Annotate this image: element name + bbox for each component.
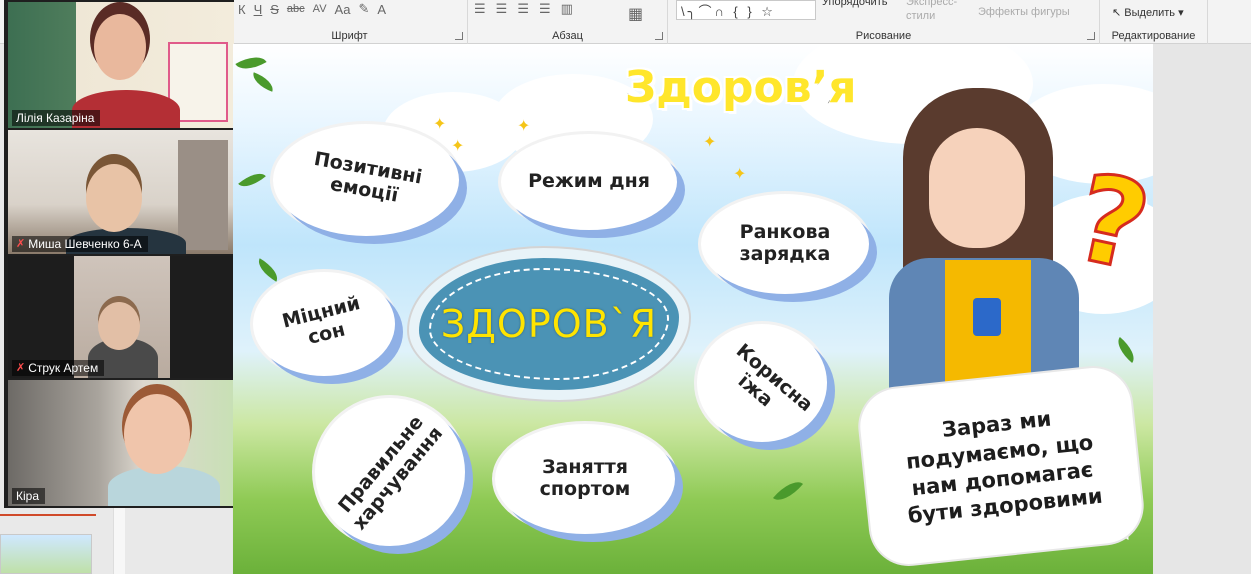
participant-name: Лілія Казаріна — [16, 111, 95, 125]
leaf-decoration — [253, 258, 283, 282]
align-center-icon[interactable]: ☰ — [496, 1, 510, 17]
express-styles-button-line2: стили — [906, 10, 936, 22]
justify-icon[interactable]: ☰ — [539, 1, 553, 17]
video-call-panel: Лілія Казаріна ✗ Миша Шевченко 6-А ✗ Стр… — [4, 0, 234, 508]
participant-name-tag: Кіра — [12, 488, 46, 504]
paragraph-group-caption: Абзац — [552, 30, 583, 42]
leaf-decoration — [235, 49, 267, 77]
leaf-decoration — [1112, 337, 1140, 363]
leaf-decoration — [238, 167, 266, 193]
align-right-icon[interactable]: ☰ — [517, 1, 531, 17]
char-spacing-button[interactable]: AV — [313, 3, 327, 15]
mic-muted-icon: ✗ — [16, 238, 26, 250]
font-dialog-launcher[interactable] — [455, 32, 463, 40]
highlight-icon[interactable]: ✎ — [358, 1, 369, 17]
person-head — [86, 164, 142, 232]
presentation-slide[interactable]: ✦ ✦ ✦ ✦ ✦ Здоров’я ЗДОРОВ`Я Позитивні ем… — [233, 44, 1153, 574]
shape-effects-button[interactable]: Эффекты фигуры — [978, 6, 1070, 18]
drawing-group-caption: Рисование — [855, 30, 912, 42]
video-tile-2[interactable]: ✗ Миша Шевченко 6-А — [8, 130, 234, 254]
star-icon: ✦ — [433, 116, 447, 133]
bubble-nutrition: Правильне харчування — [315, 398, 465, 546]
leaf-decoration — [249, 72, 277, 92]
person-head — [94, 14, 146, 80]
bubble-healthy-food: Корисна їжа — [697, 324, 827, 442]
star-icon: ✦ — [517, 118, 531, 135]
center-label: ЗДОРОВ`Я — [440, 302, 658, 346]
star-icon: ✦ — [733, 166, 747, 183]
change-case-button[interactable]: Aa — [335, 2, 351, 17]
bubble-morning-exercise: Ранкова зарядка — [701, 194, 869, 294]
speech-text: Зараз ми подумаємо, що нам допомагає бут… — [904, 406, 1104, 529]
person-head — [124, 394, 190, 474]
editor-background — [1153, 44, 1251, 574]
thumbnail-selection-indicator — [0, 508, 96, 516]
bubble-label: Позитивні емоції — [312, 148, 424, 207]
participant-name-tag: ✗ Струк Артем — [12, 360, 105, 376]
face-shape — [929, 128, 1025, 248]
ribbon-group-paragraph: ☰ ☰ ☰ ☰ ▥ ▦ Абзац — [468, 0, 668, 44]
smartart-icon[interactable]: ▦ — [628, 4, 643, 24]
bubble-positive-emotions: Позитивні емоції — [273, 124, 459, 236]
strikethrough-button[interactable]: S — [270, 2, 279, 17]
ribbon-group-font: К Ч S abc AV Aa ✎ A Шрифт — [232, 0, 468, 44]
star-icon: ✦ — [451, 138, 465, 155]
participant-name-tag: ✗ Миша Шевченко 6-А — [12, 236, 148, 252]
underline-button[interactable]: Ч — [254, 2, 263, 17]
bubble-sport: Заняття спортом — [495, 424, 675, 534]
font-group-caption: Шрифт — [331, 30, 368, 42]
bubble-label: Режим дня — [528, 170, 650, 193]
font-tools: К Ч S abc AV Aa ✎ A — [238, 0, 386, 18]
participant-name: Кіра — [16, 489, 40, 503]
bubble-sleep: Міцний сон — [253, 272, 395, 376]
slide-thumbnail[interactable] — [0, 534, 92, 574]
girl-illustration — [889, 88, 1103, 400]
select-button[interactable]: ↖ Выделить ▾ — [1112, 6, 1184, 19]
shapes-gallery[interactable]: \╮⌒∩ { } ☆ — [676, 0, 816, 20]
bubble-label: Правильне харчування — [334, 411, 448, 535]
bubble-label: Корисна їжа — [731, 339, 818, 417]
video-tile-3[interactable]: ✗ Струк Артем — [8, 256, 234, 378]
person-head — [98, 302, 140, 350]
font-color-button[interactable]: A — [377, 2, 386, 17]
app-window: К Ч S abc AV Aa ✎ A Шрифт ☰ ☰ ☰ ☰ ▥ ▦ Аб… — [0, 0, 1251, 574]
paragraph-tools: ☰ ☰ ☰ ☰ ▥ — [474, 0, 575, 18]
star-icon: ✦ — [703, 134, 717, 151]
paragraph-dialog-launcher[interactable] — [655, 32, 663, 40]
thumbnails-scrollbar[interactable] — [113, 500, 125, 574]
italic-button[interactable]: К — [238, 2, 246, 17]
cursor-icon: ↖ — [1112, 7, 1125, 19]
align-left-icon[interactable]: ☰ — [474, 1, 488, 17]
mic-muted-icon: ✗ — [16, 362, 26, 374]
columns-icon[interactable]: ▥ — [561, 1, 575, 17]
participant-name: Струк Артем — [28, 361, 99, 375]
slide-title: Здоров’я — [624, 61, 858, 114]
trident-icon — [973, 298, 1001, 336]
speech-bubble: Зараз ми подумаємо, що нам допомагає бут… — [856, 364, 1146, 568]
bubble-label: Міцний сон — [280, 292, 363, 349]
bubble-label: Заняття спортом — [539, 456, 631, 500]
arrange-button[interactable]: Упорядочить — [822, 0, 887, 8]
express-styles-button[interactable]: Экспресс- — [906, 0, 957, 8]
participant-name: Миша Шевченко 6-А — [28, 237, 142, 251]
drawing-dialog-launcher[interactable] — [1087, 32, 1095, 40]
center-bubble: ЗДОРОВ`Я — [419, 258, 679, 390]
leaf-decoration — [772, 475, 804, 507]
bubble-label: Ранкова зарядка — [739, 221, 831, 265]
shelf-image — [178, 140, 228, 250]
editing-group-caption: Редактирование — [1111, 30, 1196, 42]
video-tile-1[interactable]: Лілія Казаріна — [8, 2, 234, 128]
strikethrough-abc-button[interactable]: abc — [287, 3, 305, 15]
select-label: Выделить — [1124, 7, 1176, 19]
video-tile-4[interactable]: Кіра — [8, 380, 234, 506]
bubble-routine: Режим дня — [501, 134, 677, 230]
ribbon-group-editing: ↖ Выделить ▾ Редактирование — [1100, 0, 1208, 44]
participant-name-tag: Лілія Казаріна — [12, 110, 101, 126]
